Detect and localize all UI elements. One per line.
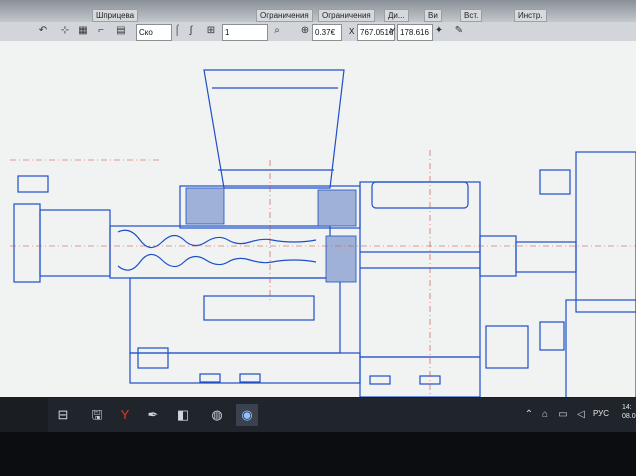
curve-icon[interactable]: ∫ bbox=[184, 24, 198, 38]
clock-date: 08.0 bbox=[622, 413, 636, 420]
clock-time: 14: bbox=[622, 404, 632, 411]
tab-tools[interactable]: Инстр. bbox=[514, 9, 547, 22]
grid-icon[interactable]: ▦ bbox=[76, 24, 90, 38]
snap-icon[interactable]: ⊹ bbox=[58, 24, 72, 38]
line-style-icon[interactable]: ⌠ bbox=[170, 24, 184, 38]
language-indicator[interactable]: РУС bbox=[593, 409, 609, 418]
motor bbox=[575, 151, 636, 313]
monitor-bezel bbox=[0, 432, 636, 476]
screw bbox=[117, 229, 317, 249]
zoom-icon[interactable]: ⊕ bbox=[298, 24, 312, 38]
tab-insert[interactable]: Вст. bbox=[460, 9, 483, 22]
zoom-field[interactable]: 0.37€ bbox=[312, 24, 342, 41]
tab-constraints-2[interactable]: Ограничения bbox=[318, 9, 375, 22]
active-app-icon[interactable]: ◉ bbox=[236, 404, 258, 426]
volume-icon[interactable]: ◁ bbox=[570, 404, 592, 426]
yandex-icon[interactable]: Y bbox=[114, 404, 136, 426]
tab-dimensions[interactable]: Ди... bbox=[384, 9, 409, 22]
property-toolbar: ↶ ⊹ ▦ ⌐ ▤ Ско ⌠ ∫ ⊞ 1 ⌕ ⊕ 0.37€ X 767.05… bbox=[0, 22, 636, 42]
table-icon[interactable]: ▤ bbox=[114, 24, 128, 38]
tab-view[interactable]: Ви bbox=[424, 9, 442, 22]
base-frame bbox=[129, 277, 341, 354]
coord-y-label: Y bbox=[390, 27, 396, 36]
search-icon[interactable]: ⌕ bbox=[270, 24, 284, 38]
window-menu-bar: Шприцева Ограничения Ограничения Ди... В… bbox=[0, 0, 636, 22]
windows-taskbar: ⊟ 🖫 Y ✒ ◧ ◍ ◉ ⌃ ⌂ ▭ ◁ РУС 14: 08.0 bbox=[48, 398, 636, 432]
coord-x-label: X bbox=[349, 27, 355, 36]
barrel bbox=[109, 225, 331, 279]
clock[interactable]: 14: 08.0 bbox=[622, 403, 636, 421]
kompas-icon[interactable]: ◍ bbox=[206, 404, 228, 426]
coord-y-field[interactable]: 178.616 bbox=[397, 24, 433, 41]
feather-icon[interactable]: ✒ bbox=[142, 404, 164, 426]
app-icon[interactable]: ◧ bbox=[172, 404, 194, 426]
layer-select[interactable]: 1 bbox=[222, 24, 268, 41]
style-select[interactable]: Ско bbox=[136, 24, 172, 41]
save-icon[interactable]: 🖫 bbox=[86, 404, 108, 426]
extruder-drawing bbox=[10, 69, 636, 397]
tab-constraints-1[interactable]: Ограничения bbox=[256, 9, 313, 22]
undo-icon[interactable]: ↶ bbox=[36, 24, 50, 38]
ortho-icon[interactable]: ⌐ bbox=[94, 24, 108, 38]
pencil-icon[interactable]: ✎ bbox=[452, 24, 466, 38]
drawing-canvas[interactable] bbox=[0, 41, 636, 397]
tab-document[interactable]: Шприцева bbox=[92, 9, 139, 22]
pin-icon[interactable]: ✦ bbox=[432, 24, 446, 38]
layers-icon[interactable]: ⊞ bbox=[204, 24, 218, 38]
task-view-icon[interactable]: ⊟ bbox=[52, 404, 74, 426]
